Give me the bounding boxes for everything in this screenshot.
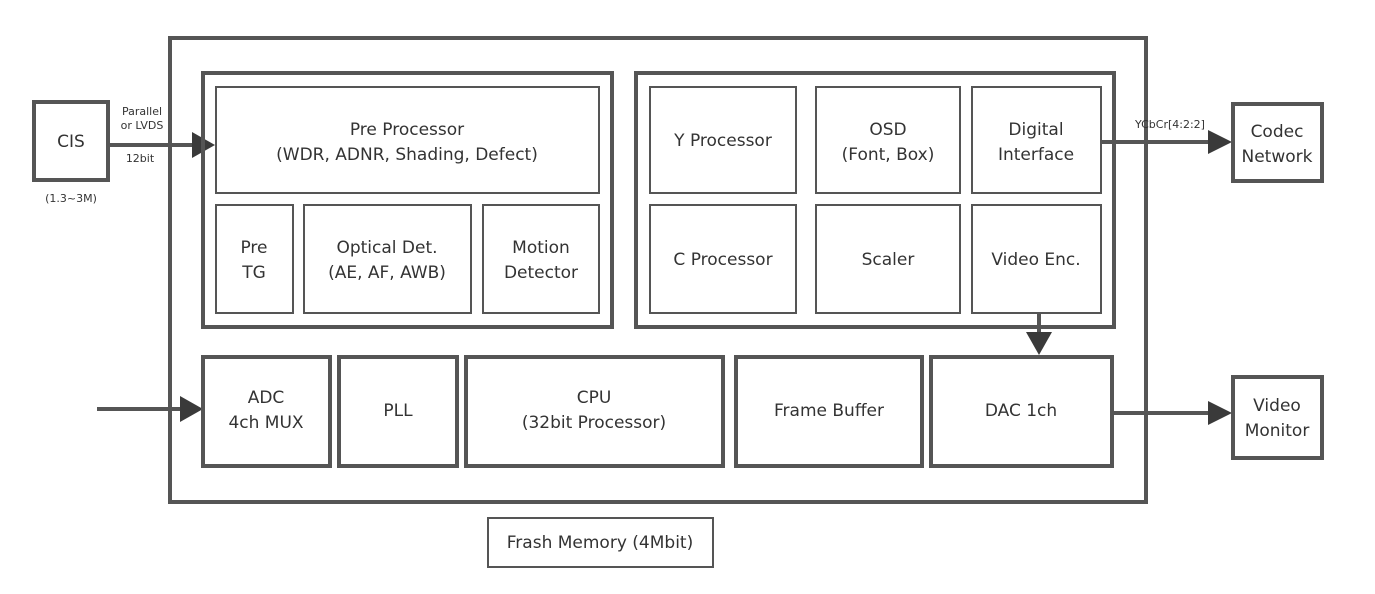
- block-label: C Processor: [673, 250, 772, 270]
- cis-label: CIS: [57, 132, 85, 152]
- block-label: Frame Buffer: [774, 401, 884, 421]
- bus-label: or LVDS: [121, 119, 164, 132]
- block-label: Detector: [504, 263, 578, 283]
- block-label: OSD: [869, 120, 906, 140]
- cpu-block: CPU (32bit Processor): [464, 355, 725, 468]
- block-label: Pre Processor: [350, 120, 464, 140]
- block-label: ADC: [248, 388, 285, 408]
- arrow-head: [1208, 401, 1232, 425]
- block-label: Codec: [1251, 122, 1304, 142]
- c-processor-block: C Processor: [649, 204, 797, 314]
- block-label: 4ch MUX: [228, 413, 303, 433]
- dac-block: DAC 1ch: [929, 355, 1114, 468]
- block-label: Scaler: [862, 250, 915, 270]
- flash-memory-block: Frash Memory (4Mbit): [487, 517, 714, 568]
- cis-block: CIS (1.3~3M): [32, 100, 110, 205]
- cis-note: (1.3~3M): [45, 192, 97, 205]
- block-label: Video: [1253, 396, 1301, 416]
- block-label: Pre: [240, 238, 267, 258]
- block-label: DAC 1ch: [985, 401, 1057, 421]
- post-processing-group: [634, 71, 1116, 329]
- osd-block: OSD (Font, Box): [815, 86, 961, 194]
- block-label: Digital: [1008, 120, 1063, 140]
- video-encoder-block: Video Enc.: [971, 204, 1102, 314]
- block-label: (WDR, ADNR, Shading, Defect): [276, 145, 538, 165]
- codec-network-block: Codec Network: [1231, 102, 1324, 183]
- block-label: Video Enc.: [991, 250, 1080, 270]
- block-label: (Font, Box): [842, 145, 935, 165]
- block-label: Y Processor: [673, 131, 772, 151]
- block-label: Interface: [998, 145, 1074, 165]
- bus-label: Parallel: [122, 105, 162, 118]
- scaler-block: Scaler: [815, 204, 961, 314]
- block-label: Motion: [512, 238, 570, 258]
- video-monitor-block: Video Monitor: [1231, 375, 1324, 460]
- block-diagram: CIS (1.3~3M) Parallel or LVDS 12bit Pre …: [32, 36, 1324, 568]
- adc-block: ADC 4ch MUX: [201, 355, 332, 468]
- arrow-head: [1026, 332, 1052, 355]
- motion-detector-block: Motion Detector: [482, 204, 600, 314]
- block-label: Network: [1242, 147, 1313, 167]
- block-label: TG: [241, 263, 266, 283]
- block-label: (32bit Processor): [522, 413, 666, 433]
- bus-width-label: 12bit: [126, 152, 155, 165]
- optical-detector-block: Optical Det. (AE, AF, AWB): [303, 204, 472, 314]
- frame-buffer-block: Frame Buffer: [734, 355, 924, 468]
- block-label: CPU: [577, 388, 612, 408]
- arrow-head: [180, 396, 203, 422]
- pre-processing-group: [201, 71, 614, 329]
- y-processor-block: Y Processor: [649, 86, 797, 194]
- block-label: Monitor: [1245, 421, 1310, 441]
- pre-tg-block: Pre TG: [215, 204, 294, 314]
- block-label: Optical Det.: [336, 238, 437, 258]
- digital-interface-block: Digital Interface: [971, 86, 1102, 194]
- bus-format-label: YCbCr[4:2:2]: [1134, 118, 1205, 131]
- block-label: Frash Memory (4Mbit): [507, 533, 693, 553]
- pre-processor-block: Pre Processor (WDR, ADNR, Shading, Defec…: [215, 86, 600, 194]
- block-label: PLL: [383, 401, 413, 421]
- block-label: (AE, AF, AWB): [328, 263, 446, 283]
- arrow-head: [1208, 130, 1232, 154]
- pll-block: PLL: [337, 355, 459, 468]
